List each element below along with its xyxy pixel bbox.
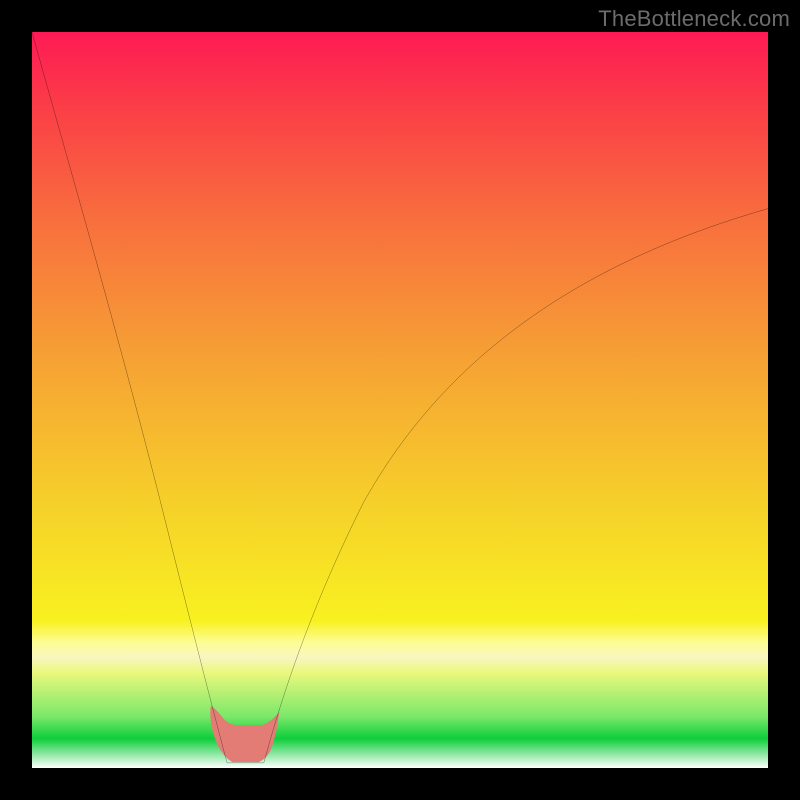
valley-marker-blob	[210, 705, 279, 762]
plot-area	[32, 32, 768, 768]
bottleneck-curve	[32, 32, 768, 763]
blob-shape	[210, 705, 279, 762]
watermark-text: TheBottleneck.com	[598, 6, 790, 32]
curve-layer	[32, 32, 768, 768]
chart-stage: TheBottleneck.com	[0, 0, 800, 800]
